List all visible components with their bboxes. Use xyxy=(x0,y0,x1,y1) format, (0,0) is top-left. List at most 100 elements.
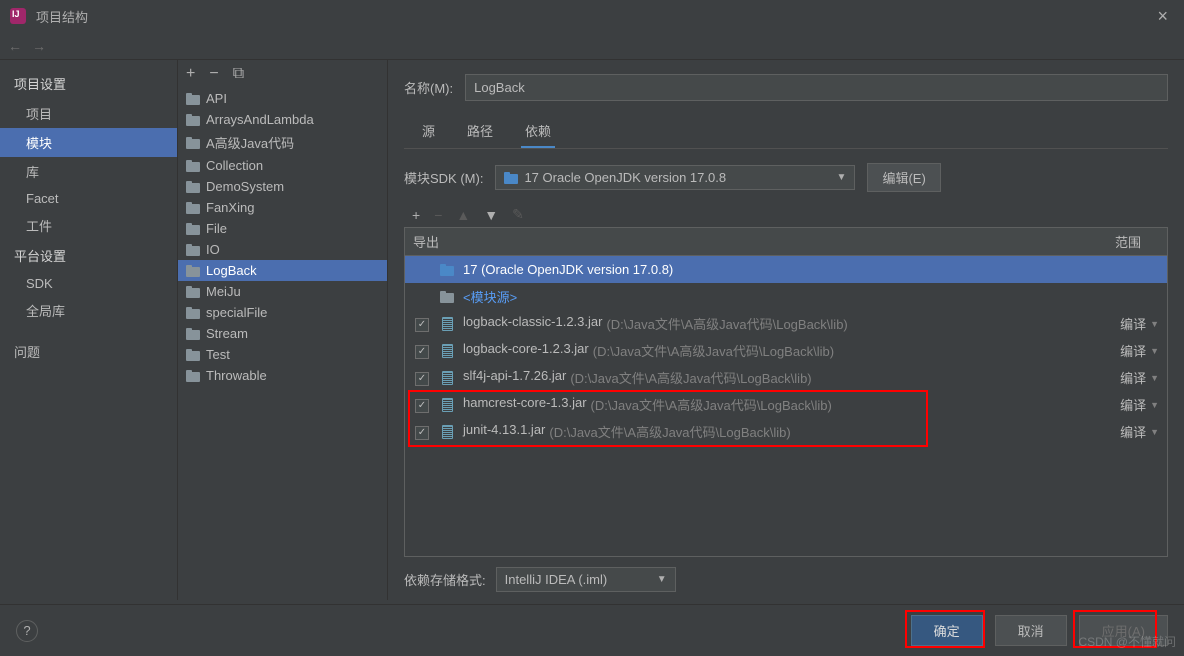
module-item[interactable]: File xyxy=(178,218,387,239)
module-item[interactable]: LogBack xyxy=(178,260,387,281)
dep-row[interactable]: 17 (Oracle OpenJDK version 17.0.8) xyxy=(405,256,1167,283)
dep-scope[interactable]: 编译 ▼ xyxy=(1099,368,1159,387)
folder-icon xyxy=(186,265,200,277)
module-item[interactable]: Collection xyxy=(178,155,387,176)
jar-icon xyxy=(442,371,453,385)
module-item[interactable]: specialFile xyxy=(178,302,387,323)
modules-panel: + − ⧉ API ArraysAndLambda A高级Java代码 Collect… xyxy=(178,60,388,600)
up-icon[interactable]: ▲ xyxy=(456,207,470,223)
chevron-down-icon: ▼ xyxy=(1150,319,1159,329)
folder-icon xyxy=(186,370,200,382)
help-icon[interactable]: ? xyxy=(16,620,38,642)
sdk-label: 模块SDK (M): xyxy=(404,168,483,187)
module-item[interactable]: Stream xyxy=(178,323,387,344)
module-item[interactable]: FanXing xyxy=(178,197,387,218)
module-item[interactable]: DemoSystem xyxy=(178,176,387,197)
module-item[interactable]: MeiJu xyxy=(178,281,387,302)
header-export: 导出 xyxy=(405,228,447,255)
storage-value: IntelliJ IDEA (.iml) xyxy=(505,572,608,587)
folder-icon xyxy=(186,307,200,319)
tab-sources[interactable]: 源 xyxy=(418,115,439,148)
chevron-down-icon: ▼ xyxy=(1150,373,1159,383)
tab-dependencies[interactable]: 依赖 xyxy=(521,115,555,148)
export-checkbox[interactable]: ✓ xyxy=(413,315,431,332)
module-label: LogBack xyxy=(206,263,257,278)
jar-icon xyxy=(442,425,453,439)
module-label: IO xyxy=(206,242,220,257)
module-label: A高级Java代码 xyxy=(206,133,294,152)
add-module-icon[interactable]: + xyxy=(186,65,195,83)
sdk-combo[interactable]: 17 Oracle OpenJDK version 17.0.8 ▼ xyxy=(495,165,855,190)
close-icon[interactable]: × xyxy=(1151,6,1174,27)
dep-table-header: 导出 范围 xyxy=(404,227,1168,256)
settings-sidebar: 项目设置 项目 模块 库 Facet 工件 平台设置 SDK 全局库 问题 xyxy=(0,60,178,600)
edit-sdk-button[interactable]: 编辑(E) xyxy=(867,163,940,192)
folder-icon xyxy=(186,160,200,172)
dep-list: 17 (Oracle OpenJDK version 17.0.8) <模块源> ✓… xyxy=(404,256,1168,557)
folder-icon xyxy=(186,93,200,105)
remove-dep-icon[interactable]: − xyxy=(434,207,442,223)
dep-scope[interactable]: 编译 ▼ xyxy=(1099,395,1159,414)
edit-dep-icon[interactable]: ✎ xyxy=(512,206,524,223)
ok-button[interactable]: 确定 xyxy=(911,615,983,646)
nav-artifacts[interactable]: 工件 xyxy=(0,211,177,240)
module-label: FanXing xyxy=(206,200,254,215)
folder-icon xyxy=(186,286,200,298)
dep-row[interactable]: ✓hamcrest-core-1.3.jar (D:\Java文件\A高级Jav… xyxy=(405,391,1167,418)
module-item[interactable]: ArraysAndLambda xyxy=(178,109,387,130)
title-bar: 项目结构 × xyxy=(0,0,1184,32)
module-item[interactable]: API xyxy=(178,88,387,109)
module-item[interactable]: Test xyxy=(178,344,387,365)
down-icon[interactable]: ▼ xyxy=(484,207,498,223)
module-name-input[interactable] xyxy=(465,74,1168,101)
module-label: API xyxy=(206,91,227,106)
export-checkbox[interactable]: ✓ xyxy=(413,423,431,440)
section-platform-settings: 平台设置 xyxy=(0,240,177,271)
remove-module-icon[interactable]: − xyxy=(209,65,218,83)
module-item[interactable]: A高级Java代码 xyxy=(178,130,387,155)
nav-facets[interactable]: Facet xyxy=(0,186,177,211)
folder-icon xyxy=(440,291,454,303)
chevron-down-icon: ▼ xyxy=(1150,427,1159,437)
copy-module-icon[interactable]: ⧉ xyxy=(233,65,244,83)
storage-combo[interactable]: IntelliJ IDEA (.iml) ▼ xyxy=(496,567,676,592)
forward-icon[interactable]: → xyxy=(32,38,46,54)
footer: ? 确定 取消 应用(A) xyxy=(0,604,1184,656)
nav-sdks[interactable]: SDK xyxy=(0,271,177,296)
add-dep-icon[interactable]: + xyxy=(412,207,420,223)
nav-libraries[interactable]: 库 xyxy=(0,157,177,186)
module-item[interactable]: IO xyxy=(178,239,387,260)
back-icon[interactable]: ← xyxy=(8,38,22,54)
export-checkbox[interactable]: ✓ xyxy=(413,342,431,359)
dep-label: slf4j-api-1.7.26.jar (D:\Java文件\A高级Java代… xyxy=(463,368,1091,387)
apply-button[interactable]: 应用(A) xyxy=(1079,615,1168,646)
nav-project[interactable]: 项目 xyxy=(0,99,177,128)
export-checkbox[interactable]: ✓ xyxy=(413,369,431,386)
dep-row[interactable]: <模块源> xyxy=(405,283,1167,310)
dep-label: 17 (Oracle OpenJDK version 17.0.8) xyxy=(463,262,1091,277)
dep-scope[interactable]: 编译 ▼ xyxy=(1099,314,1159,333)
dep-label: logback-classic-1.2.3.jar (D:\Java文件\A高级… xyxy=(463,314,1091,333)
modules-toolbar: + − ⧉ xyxy=(178,60,387,88)
dep-row[interactable]: ✓ slf4j-api-1.7.26.jar (D:\Java文件\A高级Java… xyxy=(405,364,1167,391)
dep-scope[interactable]: 编译 ▼ xyxy=(1099,341,1159,360)
dep-row[interactable]: ✓logback-core-1.2.3.jar (D:\Java文件\A高级Ja… xyxy=(405,337,1167,364)
dep-scope[interactable]: 编译 ▼ xyxy=(1099,422,1159,441)
folder-icon xyxy=(186,349,200,361)
module-label: specialFile xyxy=(206,305,267,320)
export-checkbox[interactable]: ✓ xyxy=(413,396,431,413)
nav-global-libs[interactable]: 全局库 xyxy=(0,296,177,325)
folder-icon xyxy=(186,328,200,340)
cancel-button[interactable]: 取消 xyxy=(995,615,1067,646)
chevron-down-icon: ▼ xyxy=(657,574,667,585)
tab-paths[interactable]: 路径 xyxy=(463,115,497,148)
window-title: 项目结构 xyxy=(36,7,88,26)
dep-label: <模块源> xyxy=(463,287,1091,306)
nav-problems[interactable]: 问题 xyxy=(0,337,177,366)
nav-modules[interactable]: 模块 xyxy=(0,128,177,157)
module-label: Stream xyxy=(206,326,248,341)
module-item[interactable]: Throwable xyxy=(178,365,387,386)
dep-row[interactable]: ✓junit-4.13.1.jar (D:\Java文件\A高级Java代码\L… xyxy=(405,418,1167,445)
dep-row[interactable]: ✓ logback-classic-1.2.3.jar (D:\Java文件\A高… xyxy=(405,310,1167,337)
sdk-icon xyxy=(504,172,518,184)
